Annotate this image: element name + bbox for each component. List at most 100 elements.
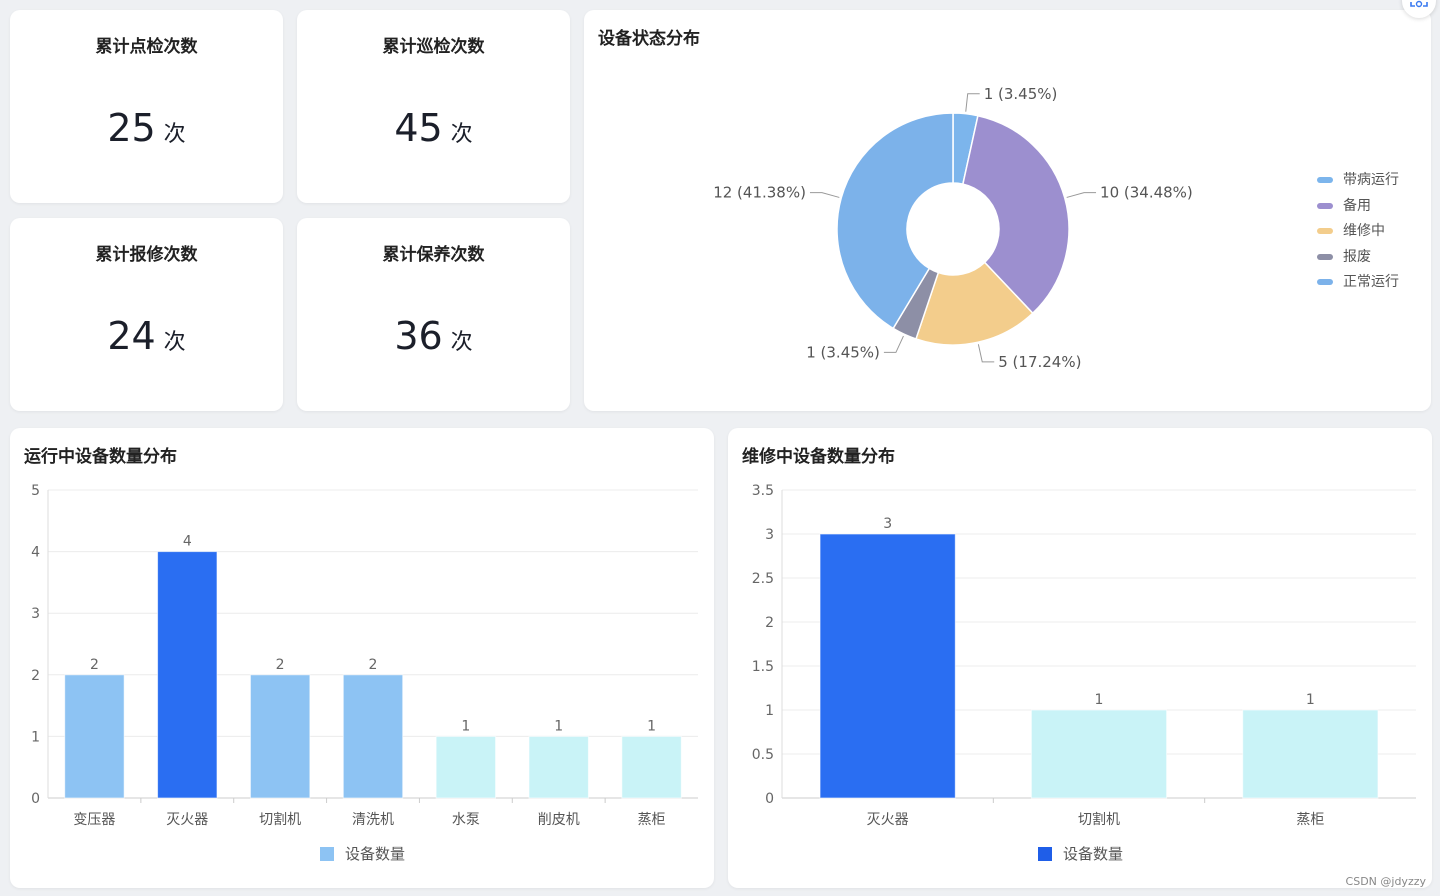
y-tick-label: 1	[31, 729, 40, 745]
bar-value-label: 1	[1306, 692, 1315, 708]
stat-unit: 次	[163, 122, 186, 147]
stat-number: 25	[107, 106, 156, 150]
legend-label: 设备数量	[345, 845, 405, 863]
bar[interactable]	[1242, 709, 1379, 799]
stat-unit: 次	[450, 122, 473, 147]
y-tick-label: 0	[31, 791, 40, 807]
stat-card-spot-check: 累计点检次数 25 次	[10, 10, 283, 203]
y-tick-label: 0.5	[752, 747, 774, 763]
bar[interactable]	[435, 735, 497, 799]
y-tick-label: 1.5	[752, 659, 774, 675]
y-tick-label: 0	[765, 791, 774, 807]
repair-device-panel: 维修中设备数量分布 0 0.5 1 1.5 2 2.5 3 3.5 3 灭火器 1 切割机 1 蒸柜 设备数…	[728, 428, 1432, 888]
stat-value: 25 次	[10, 106, 283, 150]
stat-number: 45	[394, 106, 443, 150]
bar[interactable]	[528, 735, 589, 799]
stat-title: 累计报修次数	[95, 245, 198, 265]
y-tick-label: 2	[31, 668, 40, 684]
pie-data-label: 10 (34.48%)	[1100, 184, 1193, 202]
legend-item[interactable]: 带病运行	[1317, 169, 1399, 189]
stat-title: 累计巡检次数	[382, 37, 485, 57]
x-tick-label: 蒸柜	[1296, 812, 1324, 828]
legend-swatch	[1317, 279, 1333, 285]
bar-value-label: 2	[369, 657, 378, 673]
device-status-donut-chart: 1 (3.45%) 10 (34.48%) 5 (17.24%) 1 (3.45%) 1…	[713, 85, 1193, 371]
bar-value-label: 1	[647, 718, 656, 734]
y-tick-label: 5	[31, 483, 40, 499]
legend-item[interactable]: 维修中	[1317, 220, 1385, 240]
repair-device-bar-chart: 0 0.5 1 1.5 2 2.5 3 3.5 3 灭火器 1 切割机 1 蒸柜设备数量	[752, 483, 1416, 863]
stat-card-repair-report: 累计报修次数 24 次	[10, 218, 283, 411]
stat-value: 36 次	[297, 314, 570, 358]
bar[interactable]	[249, 674, 311, 799]
legend-label: 正常运行	[1343, 274, 1399, 290]
legend-item[interactable]: 报废	[1317, 246, 1371, 266]
scan-icon	[1410, 0, 1428, 8]
pie-leader-line	[965, 93, 980, 112]
pie-data-label: 1 (3.45%)	[806, 343, 880, 361]
x-tick-label: 水泵	[452, 812, 480, 828]
pie-leader-line	[977, 344, 995, 363]
device-status-panel: 设备状态分布 1 (3.45%) 10 (34.48%) 5 (17.24%) 1 (…	[584, 10, 1431, 411]
pie-leader-line	[809, 192, 840, 198]
bar[interactable]	[1030, 709, 1168, 799]
bar-value-label: 2	[90, 657, 99, 673]
watermark: CSDN @jdyzzy	[1345, 875, 1426, 888]
x-tick-label: 灭火器	[867, 812, 909, 828]
y-tick-label: 3.5	[752, 483, 774, 499]
bar-value-label: 1	[1095, 692, 1104, 708]
legend-swatch	[1317, 177, 1333, 183]
bar[interactable]	[819, 533, 956, 799]
legend-label: 设备数量	[1063, 845, 1123, 863]
stat-value: 45 次	[297, 106, 570, 150]
bar[interactable]	[342, 674, 404, 799]
bar[interactable]	[621, 735, 682, 799]
stat-value: 24 次	[10, 314, 283, 358]
bar[interactable]	[157, 551, 218, 799]
x-tick-label: 灭火器	[166, 812, 208, 828]
y-tick-label: 2	[765, 615, 774, 631]
legend-item[interactable]: 备用	[1317, 195, 1371, 215]
bar[interactable]	[64, 674, 125, 799]
legend-swatch	[1317, 253, 1333, 260]
legend-label: 维修中	[1343, 223, 1385, 239]
screenshot-button[interactable]	[1402, 0, 1436, 18]
x-tick-label: 清洗机	[352, 812, 394, 828]
y-tick-label: 2.5	[752, 571, 774, 587]
legend-swatch	[1317, 202, 1333, 209]
bar-value-label: 4	[183, 534, 192, 550]
legend-label: 带病运行	[1343, 172, 1399, 188]
y-tick-label: 3	[31, 606, 40, 622]
x-tick-label: 切割机	[1078, 811, 1120, 828]
legend-label: 报废	[1343, 248, 1371, 265]
x-tick-label: 切割机	[259, 811, 301, 828]
legend-swatch	[320, 847, 334, 861]
bar-value-label: 1	[461, 718, 470, 734]
bar-legend[interactable]: 设备数量	[320, 845, 405, 863]
stat-card-maintenance: 累计保养次数 36 次	[297, 218, 570, 411]
stat-title: 累计保养次数	[382, 245, 485, 265]
y-tick-label: 4	[31, 545, 40, 561]
stat-unit: 次	[163, 330, 186, 355]
legend-label: 备用	[1343, 197, 1371, 214]
stat-title: 累计点检次数	[95, 37, 198, 57]
running-device-panel: 运行中设备数量分布 0 1 2 3 4 5 2 变压器 4 灭火器 2 切割机 2 清洗机 1 水泵 1 削皮机 1…	[10, 428, 714, 888]
pie-data-label: 5 (17.24%)	[998, 353, 1081, 371]
legend-swatch	[1317, 228, 1333, 234]
stat-number: 24	[107, 314, 156, 358]
pie-data-label: 1 (3.45%)	[984, 85, 1058, 103]
x-tick-label: 蒸柜	[638, 812, 666, 828]
stat-number: 36	[394, 314, 443, 358]
legend-swatch	[1038, 847, 1052, 861]
bar-value-label: 2	[276, 657, 285, 673]
y-tick-label: 1	[765, 703, 774, 719]
running-device-bar-chart: 0 1 2 3 4 5 2 变压器 4 灭火器 2 切割机 2 清洗机 1 水泵 1 削皮机 1 蒸柜设备数量	[31, 483, 698, 863]
legend-item[interactable]: 正常运行	[1317, 271, 1399, 291]
x-tick-label: 削皮机	[538, 812, 580, 828]
bar-value-label: 1	[554, 718, 563, 734]
pie-data-label: 12 (41.38%)	[713, 184, 806, 202]
pie-leader-line	[883, 335, 904, 353]
stat-card-inspection: 累计巡检次数 45 次	[297, 10, 570, 203]
bar-legend[interactable]: 设备数量	[1038, 845, 1123, 863]
bar-value-label: 3	[883, 516, 892, 532]
